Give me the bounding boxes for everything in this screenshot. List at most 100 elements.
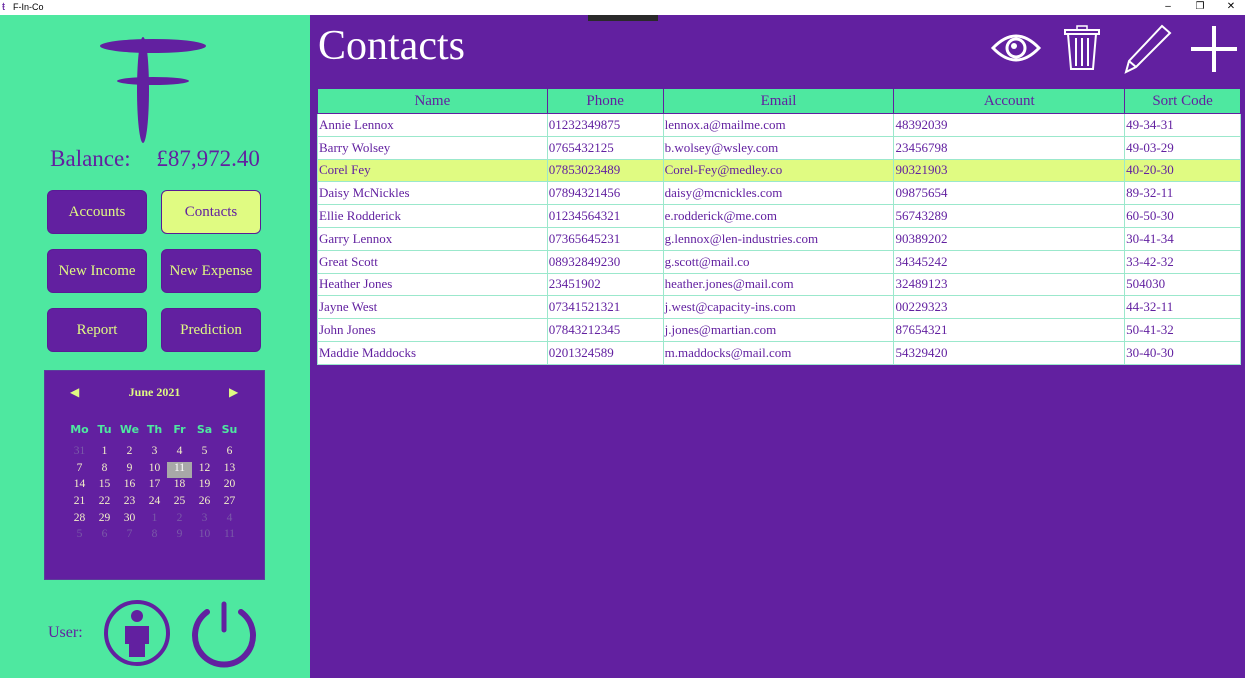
calendar-day[interactable]: 7 bbox=[67, 462, 92, 479]
calendar-day[interactable]: 1 bbox=[92, 445, 117, 462]
page-title: Contacts bbox=[318, 23, 465, 69]
table-cell: 07341521321 bbox=[546, 295, 664, 320]
drag-handle[interactable] bbox=[588, 15, 658, 21]
calendar-day[interactable]: 26 bbox=[192, 495, 217, 512]
table-cell: Corel Fey bbox=[317, 158, 548, 183]
table-cell: Jayne West bbox=[317, 295, 548, 320]
calendar-day[interactable]: 11 bbox=[217, 528, 242, 545]
table-row[interactable]: Maddie Maddocks 0201324589 m.maddocks@mail… bbox=[317, 340, 1241, 365]
calendar-day[interactable]: 2 bbox=[117, 445, 142, 462]
calendar-day[interactable]: 5 bbox=[192, 445, 217, 462]
table-cell: Maddie Maddocks bbox=[317, 340, 548, 365]
column-header[interactable]: Account bbox=[893, 88, 1126, 114]
calendar-day[interactable]: 23 bbox=[117, 495, 142, 512]
table-cell: 34345242 bbox=[893, 249, 1126, 274]
table-cell: g.scott@mail.co bbox=[662, 249, 895, 274]
table-cell: 44-32-11 bbox=[1124, 295, 1241, 320]
app-icon: ŧ bbox=[2, 1, 6, 13]
calendar-day[interactable]: 12 bbox=[192, 462, 217, 479]
calendar-day[interactable]: 3 bbox=[192, 512, 217, 529]
column-header[interactable]: Email bbox=[662, 88, 895, 114]
table-row[interactable]: Great Scott 08932849230 g.scott@mail.co 343… bbox=[317, 249, 1241, 274]
minimize-button[interactable]: – bbox=[1158, 0, 1178, 14]
close-button[interactable]: ✕ bbox=[1221, 0, 1241, 14]
calendar-day[interactable]: 7 bbox=[117, 528, 142, 545]
table-cell: 07853023489 bbox=[546, 158, 664, 183]
day-of-week: Su bbox=[221, 423, 238, 436]
calendar-day[interactable]: 27 bbox=[217, 495, 242, 512]
report-button[interactable]: Report bbox=[47, 308, 147, 352]
calendar-day[interactable]: 24 bbox=[142, 495, 167, 512]
calendar-day[interactable]: 29 bbox=[92, 512, 117, 529]
table-cell: 504030 bbox=[1124, 272, 1241, 297]
table-row[interactable]: Ellie Rodderick 01234564321 e.rodderick@me… bbox=[317, 204, 1241, 228]
day-of-week: Th bbox=[146, 423, 163, 436]
accounts-button[interactable]: Accounts bbox=[47, 190, 147, 234]
calendar-day[interactable]: 5 bbox=[67, 528, 92, 545]
column-header[interactable]: Phone bbox=[546, 88, 664, 114]
table-row[interactable]: Barry Wolsey 0765432125 b.wolsey@wsley.com… bbox=[317, 135, 1241, 160]
calendar-day[interactable]: 21 bbox=[67, 495, 92, 512]
logo-icon bbox=[100, 37, 206, 143]
contacts-button[interactable]: Contacts bbox=[161, 190, 261, 234]
table-row[interactable]: Jayne West 07341521321 j.west@capacity-ins… bbox=[317, 295, 1241, 320]
restore-button[interactable]: ❐ bbox=[1190, 0, 1210, 14]
calendar-day[interactable]: 14 bbox=[67, 478, 92, 495]
table-cell: 0201324589 bbox=[546, 340, 664, 365]
calendar-day[interactable]: 18 bbox=[167, 478, 192, 495]
new-income-button[interactable]: New Income bbox=[47, 249, 147, 293]
calendar-day[interactable]: 15 bbox=[92, 478, 117, 495]
table-row[interactable]: Daisy McNickles 07894321456 daisy@mcnickle… bbox=[317, 181, 1241, 206]
calendar-day[interactable]: 10 bbox=[142, 462, 167, 479]
calendar-day[interactable]: 4 bbox=[167, 445, 192, 462]
calendar-day[interactable]: 3 bbox=[142, 445, 167, 462]
table-cell: lennox.a@mailme.com bbox=[662, 113, 895, 137]
pencil-icon[interactable] bbox=[1122, 23, 1174, 75]
calendar-day[interactable]: 25 bbox=[167, 495, 192, 512]
calendar-day[interactable]: 19 bbox=[192, 478, 217, 495]
calendar-day[interactable]: 28 bbox=[67, 512, 92, 529]
calendar-day[interactable]: 6 bbox=[217, 445, 242, 462]
calendar-day[interactable]: 9 bbox=[167, 528, 192, 545]
calendar-day[interactable]: 30 bbox=[117, 512, 142, 529]
contacts-table: Name Phone Email Account Sort Code Annie Len… bbox=[317, 88, 1241, 365]
table-row[interactable]: Garry Lennox 07365645231 g.lennox@len-indu… bbox=[317, 226, 1241, 251]
calendar-day[interactable]: 1 bbox=[142, 512, 167, 529]
prediction-button[interactable]: Prediction bbox=[161, 308, 261, 352]
table-cell: 90321903 bbox=[893, 158, 1126, 183]
table-cell: 32489123 bbox=[893, 272, 1126, 297]
new-expense-button[interactable]: New Expense bbox=[161, 249, 261, 293]
eye-icon[interactable] bbox=[990, 30, 1042, 66]
column-header[interactable]: Name bbox=[317, 88, 548, 114]
calendar-day[interactable]: 13 bbox=[217, 462, 242, 479]
calendar-day[interactable]: 10 bbox=[192, 528, 217, 545]
table-row[interactable]: Heather Jones 23451902 heather.jones@mail.… bbox=[317, 272, 1241, 297]
table-row[interactable]: Annie Lennox 01232349875 lennox.a@mailme.c… bbox=[317, 113, 1241, 137]
table-row[interactable]: John Jones 07843212345 j.jones@martian.com… bbox=[317, 318, 1241, 342]
table-cell: 50-41-32 bbox=[1124, 318, 1241, 342]
calendar-day[interactable]: 20 bbox=[217, 478, 242, 495]
next-month-icon[interactable]: ▶ bbox=[229, 385, 238, 400]
table-row[interactable]: Corel Fey 07853023489 Corel-Fey@medley.co 9… bbox=[317, 158, 1241, 183]
table-cell: 23451902 bbox=[546, 272, 664, 297]
plus-icon[interactable] bbox=[1190, 25, 1238, 73]
calendar: ◀ June 2021 ▶ Mo Tu We Th Fr Sa Su 31 1 2 3 4 5 6 7 8 9… bbox=[44, 370, 265, 580]
day-of-week-header: Mo Tu We Th Fr Sa Su bbox=[67, 423, 242, 436]
calendar-day[interactable]: 31 bbox=[67, 445, 92, 462]
column-header[interactable]: Sort Code bbox=[1124, 88, 1241, 114]
calendar-day[interactable]: 4 bbox=[217, 512, 242, 529]
calendar-day[interactable]: 16 bbox=[117, 478, 142, 495]
calendar-day[interactable]: 17 bbox=[142, 478, 167, 495]
calendar-day[interactable]: 11 bbox=[167, 461, 192, 479]
calendar-day[interactable]: 9 bbox=[117, 462, 142, 479]
table-cell: j.west@capacity-ins.com bbox=[662, 295, 895, 320]
calendar-day[interactable]: 22 bbox=[92, 495, 117, 512]
calendar-day[interactable]: 8 bbox=[92, 462, 117, 479]
power-icon[interactable] bbox=[189, 600, 259, 670]
user-icon[interactable] bbox=[103, 599, 171, 667]
calendar-day[interactable]: 8 bbox=[142, 528, 167, 545]
trash-icon[interactable] bbox=[1064, 25, 1100, 71]
calendar-day[interactable]: 6 bbox=[92, 528, 117, 545]
calendar-day[interactable]: 2 bbox=[167, 512, 192, 529]
table-cell: 07894321456 bbox=[546, 181, 664, 206]
